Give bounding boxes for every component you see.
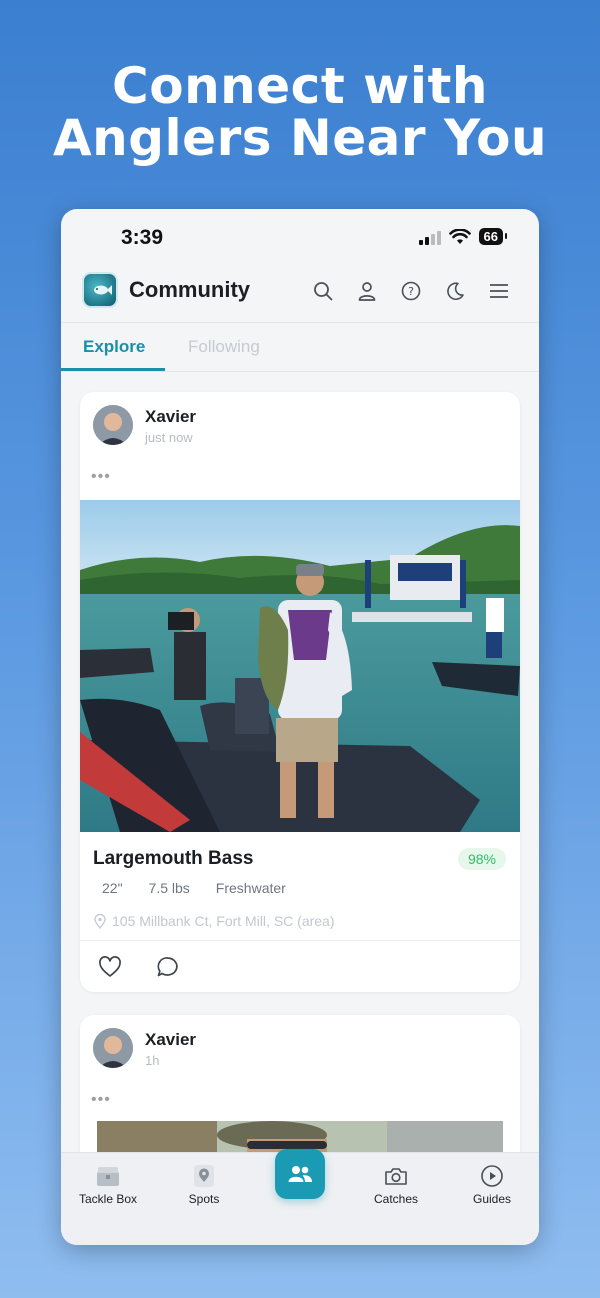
tab-explore[interactable]: Explore bbox=[83, 337, 145, 357]
wifi-icon bbox=[448, 228, 471, 244]
toolbar: ? bbox=[311, 279, 511, 303]
catch-location: 105 Millbank Ct, Fort Mill, SC (area) bbox=[94, 913, 335, 929]
nav-tackle-box[interactable]: Tackle Box bbox=[68, 1163, 148, 1206]
battery-indicator: 66 bbox=[478, 228, 508, 245]
nav-guides[interactable]: Guides bbox=[452, 1163, 532, 1206]
catch-photo[interactable] bbox=[80, 500, 520, 832]
status-bar: 3:39 66 bbox=[61, 209, 539, 263]
avatar[interactable] bbox=[93, 405, 133, 445]
phone-screen: 3:39 66 Community ? Explore Following Xa… bbox=[61, 209, 539, 1245]
catch-stats: 22" 7.5 lbs Freshwater bbox=[102, 880, 286, 896]
nav-spots[interactable]: Spots bbox=[164, 1163, 244, 1206]
status-indicators: 66 bbox=[418, 228, 508, 245]
headline-line-1: Connect with bbox=[112, 57, 488, 115]
nav-catches[interactable]: Catches bbox=[356, 1163, 436, 1206]
profile-icon[interactable] bbox=[355, 279, 379, 303]
post-timestamp: 1h bbox=[145, 1053, 160, 1068]
more-options-icon[interactable]: ••• bbox=[91, 1091, 111, 1109]
community-icon bbox=[288, 1166, 312, 1182]
location-text: 105 Millbank Ct, Fort Mill, SC (area) bbox=[112, 913, 335, 929]
app-logo bbox=[82, 272, 118, 308]
catch-weight: 7.5 lbs bbox=[148, 880, 190, 896]
headline-line-2: Anglers Near You bbox=[52, 109, 548, 167]
camera-icon bbox=[385, 1168, 407, 1185]
map-pin-icon bbox=[194, 1165, 214, 1187]
bottom-navigation: Tackle Box Spots Catches Guides bbox=[61, 1149, 539, 1245]
tackle-box-icon bbox=[97, 1167, 119, 1186]
cellular-signal-icon bbox=[418, 229, 441, 245]
help-icon[interactable]: ? bbox=[399, 279, 423, 303]
location-pin-icon bbox=[94, 913, 106, 929]
dark-mode-icon[interactable] bbox=[443, 279, 467, 303]
like-heart-icon[interactable] bbox=[98, 956, 122, 978]
divider bbox=[80, 940, 520, 941]
svg-text:?: ? bbox=[408, 285, 414, 298]
nav-label: Catches bbox=[373, 1192, 419, 1206]
post-card: Xavier just now ••• Largemouth Bass 98% … bbox=[80, 392, 520, 992]
comment-icon[interactable] bbox=[156, 956, 180, 978]
water-type: Freshwater bbox=[215, 880, 286, 896]
nav-label: Tackle Box bbox=[78, 1192, 138, 1206]
more-options-icon[interactable]: ••• bbox=[91, 468, 111, 486]
nav-label: Spots bbox=[188, 1192, 220, 1206]
confidence-badge: 98% bbox=[457, 848, 506, 870]
status-time: 3:39 bbox=[121, 226, 164, 249]
play-icon bbox=[481, 1165, 503, 1187]
menu-icon[interactable] bbox=[487, 279, 511, 303]
avatar[interactable] bbox=[93, 1028, 133, 1068]
post-username[interactable]: Xavier bbox=[145, 1030, 196, 1050]
page-title: Community bbox=[129, 277, 250, 302]
catch-length: 22" bbox=[102, 880, 123, 896]
app-bar: Community ? bbox=[61, 269, 539, 321]
feed-tabs: Explore Following bbox=[61, 323, 539, 371]
post-username[interactable]: Xavier bbox=[145, 407, 196, 427]
nav-label: Guides bbox=[472, 1192, 512, 1206]
promo-headline: Connect with Anglers Near You bbox=[0, 60, 600, 164]
divider bbox=[61, 371, 539, 372]
nav-community-button[interactable] bbox=[275, 1149, 325, 1199]
catch-species: Largemouth Bass bbox=[93, 848, 254, 869]
search-icon[interactable] bbox=[311, 279, 335, 303]
tab-following[interactable]: Following bbox=[188, 337, 260, 357]
post-actions bbox=[98, 956, 180, 978]
post-timestamp: just now bbox=[145, 430, 193, 445]
